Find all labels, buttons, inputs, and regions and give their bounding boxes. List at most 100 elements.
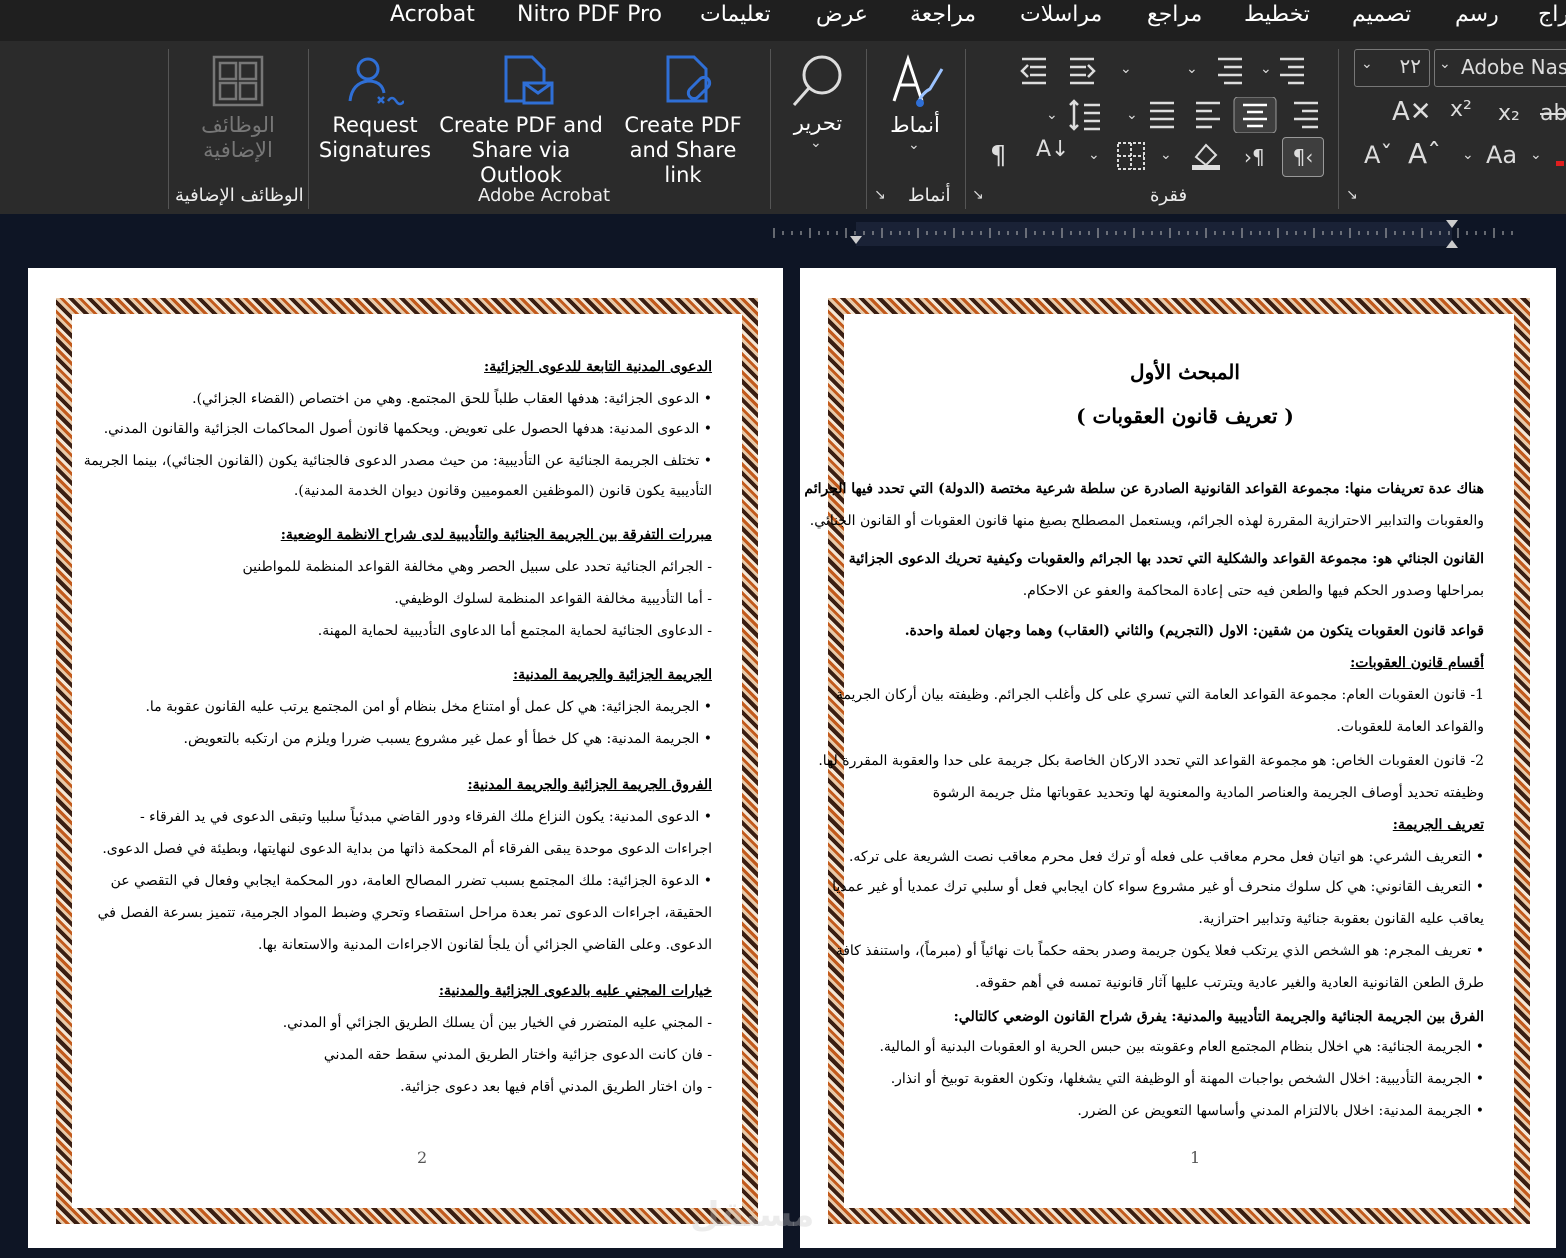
page-1-body[interactable]: هناك عدة تعريفات منها: مجموعة القواعد ال… bbox=[804, 480, 1484, 1140]
tab-layout[interactable]: تخطيط bbox=[1244, 2, 1310, 27]
tab-insert[interactable]: إدراج bbox=[1538, 2, 1566, 27]
chevron-down-icon[interactable]: ⌄ bbox=[1046, 107, 1058, 123]
request-signatures-label: Request Signatures bbox=[318, 113, 432, 162]
paragraph-line: • الجريمة المدنية: اخلال بالالتزام المدن… bbox=[1077, 1103, 1484, 1119]
chevron-down-icon: ⌄ bbox=[1439, 56, 1451, 72]
paragraph-line: قواعد قانون العقوبات يتكون من شقين: الاو… bbox=[904, 623, 1484, 639]
chevron-down-icon[interactable]: ⌄ bbox=[1160, 147, 1172, 163]
strikethrough-icon[interactable]: ab bbox=[1540, 101, 1566, 126]
page-number: 2 bbox=[417, 1148, 428, 1167]
paragraph-line: • الجريمة الجزائية: هي كل عمل أو امتناع … bbox=[145, 699, 712, 715]
borders-icon[interactable] bbox=[1116, 141, 1146, 171]
paragraph-line: الحقيقة، اجراءات الدعوى تمر بعدة مراحل ا… bbox=[97, 905, 712, 921]
ribbon-separator bbox=[770, 49, 771, 209]
create-pdf-outlook-label: Create PDF and Share via Outlook bbox=[439, 113, 603, 187]
paragraph-line: • الدعوى الجزائية: هدفها العقاب طلباً لل… bbox=[192, 391, 712, 407]
dialog-launcher-icon[interactable]: ↘ bbox=[1346, 187, 1358, 203]
chevron-down-icon: ⌄ bbox=[810, 135, 822, 151]
ruler bbox=[0, 214, 1566, 254]
tab-nitro-pdf-pro[interactable]: Nitro PDF Pro bbox=[517, 2, 662, 27]
paragraph-line: • الجريمة الجنائية: هي اخلال بنظام المجت… bbox=[879, 1039, 1484, 1055]
paragraph-line: تعريف الجريمة: bbox=[1392, 817, 1484, 833]
ribbon-separator bbox=[168, 49, 169, 209]
paragraph-line: الفرق بين الجريمة الجنائية والجريمة التأ… bbox=[953, 1009, 1484, 1025]
paragraph-line: اجراءات الدعوى موحدة يبقى الفرقاء أم الم… bbox=[102, 841, 712, 857]
paragraph-line: - المجني عليه المتضرر في الخيار بين أن ي… bbox=[282, 1015, 712, 1031]
paragraph-line: والقواعد العامة للعقوبات. bbox=[1336, 719, 1484, 735]
subscript-icon[interactable]: x₂ bbox=[1498, 101, 1520, 126]
search-icon bbox=[792, 55, 842, 106]
tab-review[interactable]: مراجعة bbox=[910, 2, 976, 27]
paragraph-line: أقسام قانون العقوبات: bbox=[1350, 655, 1484, 671]
change-case-button[interactable]: Aa bbox=[1486, 141, 1517, 169]
paragraph-line: • التعريف القانوني: هي كل سلوك منحرف أو … bbox=[832, 879, 1484, 895]
paragraph-line: يعاقب عليه القانون بعقوبة جنائية وتدابير… bbox=[1198, 911, 1484, 927]
page-1[interactable]: المبحث الأول ( تعريف قانون العقوبات ) هن… bbox=[800, 268, 1556, 1248]
pilcrow-icon[interactable]: ¶ bbox=[990, 141, 1007, 171]
signature-icon bbox=[348, 57, 404, 106]
font-size-select[interactable]: ⌄ ٢٢ bbox=[1354, 49, 1430, 87]
font-name-select[interactable]: ⌄ Adobe Nask bbox=[1434, 49, 1566, 87]
heading-title: المبحث الأول bbox=[1130, 360, 1240, 384]
font-color-swatch bbox=[1556, 161, 1564, 166]
paragraph-line: التأديبية يكون قانون (الموظفين العموميين… bbox=[293, 483, 712, 499]
addins-button-label: الوظائف الإضافية bbox=[201, 113, 275, 162]
decrease-indent-dropdown[interactable]: ⌄ bbox=[1120, 61, 1132, 77]
rtl-direction-button[interactable]: ¶‹ bbox=[1282, 137, 1324, 177]
chevron-down-icon[interactable]: ⌄ bbox=[1530, 147, 1542, 163]
tab-mailings[interactable]: مراسلات bbox=[1020, 2, 1102, 27]
paragraph-line: الدعوى. وعلى القاضي الجزائي أن يلجأ لقان… bbox=[258, 937, 712, 953]
tab-acrobat[interactable]: Acrobat bbox=[390, 2, 475, 27]
superscript-icon[interactable]: x² bbox=[1450, 97, 1472, 122]
grow-font-icon[interactable]: Aˆ bbox=[1408, 137, 1441, 170]
ribbon-separator bbox=[1338, 49, 1339, 209]
ltr-direction-icon[interactable]: ›¶ bbox=[1244, 145, 1265, 169]
document-area[interactable]: الدعوى المدنية التابعة للدعوى الجزائية: •… bbox=[0, 254, 1566, 1258]
paragraph-line: مبررات التفرقة بين الجريمة الجنائية والت… bbox=[280, 527, 712, 543]
chevron-down-icon[interactable]: ⌄ bbox=[1088, 147, 1100, 163]
dialog-launcher-icon[interactable]: ↘ bbox=[972, 187, 984, 203]
group-label-addins: الوظائف الإضافية bbox=[175, 185, 304, 206]
chevron-down-icon[interactable]: ⌄ bbox=[1462, 147, 1474, 163]
pdf-mail-icon bbox=[504, 55, 554, 105]
page-2[interactable]: الدعوى المدنية التابعة للدعوى الجزائية: •… bbox=[28, 268, 783, 1248]
create-pdf-link-label: Create PDF and Share link bbox=[624, 113, 742, 187]
paragraph-line: • تختلف الجريمة الجنائية عن التأديبية: م… bbox=[83, 453, 712, 469]
font-size-value: ٢٢ bbox=[1399, 54, 1421, 78]
tab-draw[interactable]: رسم bbox=[1455, 2, 1499, 27]
watermark: مستقل bbox=[690, 1195, 815, 1235]
chevron-down-icon[interactable]: ⌄ bbox=[1186, 61, 1198, 77]
tab-design[interactable]: تصميم bbox=[1352, 2, 1411, 27]
paragraph-line: - أما التأديبية مخالفة القواعد المنظمة ل… bbox=[394, 591, 712, 607]
horizontal-ruler[interactable] bbox=[0, 214, 1566, 254]
tab-references[interactable]: مراجع bbox=[1147, 2, 1202, 27]
ribbon: الوظائف الإضافية الوظائف الإضافية Reques… bbox=[0, 41, 1566, 214]
paragraph-line: وظيفته تحديد أوصاف الجريمة والعناصر الما… bbox=[932, 785, 1484, 801]
styles-button-label: أنماط bbox=[890, 113, 940, 137]
paragraph-line: - الجرائم الجنائية تحدد على سبيل الحصر و… bbox=[242, 559, 712, 575]
paragraph-line: - وان اختار الطريق المدني أقام فيها بعد … bbox=[400, 1079, 712, 1095]
paragraph-line: بمراحلها وصدور الحكم فيها والطعن فيه حتى… bbox=[1022, 583, 1484, 599]
paragraph-line: • الدعوة الجزائية: ملك المجتمع بسبب تضرر… bbox=[110, 873, 712, 889]
tab-help[interactable]: تعليمات bbox=[700, 2, 771, 27]
chevron-down-icon: ⌄ bbox=[908, 137, 920, 153]
page-number: 1 bbox=[1190, 1148, 1201, 1167]
page-2-body[interactable]: الدعوى المدنية التابعة للدعوى الجزائية: •… bbox=[84, 358, 712, 1138]
shrink-font-icon[interactable]: Aˇ bbox=[1364, 141, 1392, 169]
paragraph-list-row bbox=[1020, 57, 1304, 85]
clear-formatting-icon[interactable]: A✕ bbox=[1392, 97, 1432, 127]
tab-view[interactable]: عرض bbox=[816, 2, 868, 27]
heading-subtitle: ( تعريف قانون العقوبات ) bbox=[1076, 404, 1294, 428]
dialog-launcher-icon[interactable]: ↘ bbox=[874, 187, 886, 203]
shading-icon[interactable] bbox=[1190, 139, 1222, 171]
chevron-down-icon[interactable]: ⌄ bbox=[1260, 61, 1272, 77]
styles-icon bbox=[892, 54, 944, 107]
paragraph-line: الدعوى المدنية التابعة للدعوى الجزائية: bbox=[484, 359, 712, 375]
paragraph-line: طرق الطعن القانونية العادية والغير عادية… bbox=[975, 975, 1484, 991]
paragraph-line: - فان كانت الدعوى جزائية واختار الطريق ا… bbox=[323, 1047, 712, 1063]
ribbon-separator bbox=[308, 49, 309, 209]
paragraph-line: • تعريف المجرم: هو الشخص الذي يرتكب فعلا… bbox=[835, 943, 1484, 959]
paragraph-line: والعقوبات والتدابير الاحترازية المقررة ل… bbox=[809, 513, 1484, 529]
paragraph-line: 2- قانون العقوبات الخاص: هو مجموعة القوا… bbox=[818, 753, 1484, 769]
sort-icon[interactable]: A↓ bbox=[1036, 137, 1069, 162]
